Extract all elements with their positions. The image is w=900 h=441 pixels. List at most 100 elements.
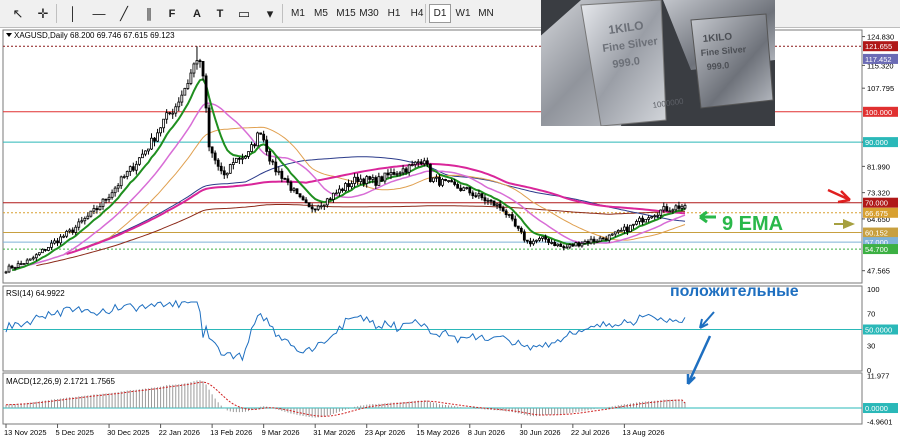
candle-body xyxy=(22,263,26,265)
candle-body xyxy=(680,205,684,209)
candle-body xyxy=(301,196,305,201)
candle-body xyxy=(125,171,129,177)
candle-body xyxy=(589,238,593,244)
candle-body xyxy=(177,101,181,108)
candle xyxy=(468,186,472,196)
candle-body xyxy=(465,187,469,189)
candle-body xyxy=(626,226,629,232)
candle xyxy=(641,215,644,226)
candle xyxy=(316,204,320,211)
candle-body xyxy=(238,157,241,160)
candle-body xyxy=(247,151,250,157)
candle xyxy=(7,263,11,274)
candle-body xyxy=(71,229,75,233)
candle-body xyxy=(234,157,238,163)
candle-body xyxy=(501,207,505,212)
candle-body xyxy=(471,192,475,197)
candle-body xyxy=(162,118,166,129)
candle xyxy=(65,229,69,239)
candle xyxy=(92,204,96,215)
candle-body xyxy=(241,157,244,160)
candle xyxy=(238,156,241,165)
candle-body xyxy=(444,178,447,181)
time-tick-label: 30 Jun 2026 xyxy=(519,428,560,437)
candle-body xyxy=(50,242,53,248)
candle xyxy=(83,216,87,225)
candle xyxy=(392,168,396,176)
candle-body xyxy=(159,127,162,134)
candle xyxy=(644,218,647,223)
candle-body xyxy=(419,161,423,165)
candle-body xyxy=(53,240,56,244)
candle xyxy=(313,208,317,213)
candle-body xyxy=(477,193,481,197)
candle-body xyxy=(565,246,569,249)
candle xyxy=(156,128,159,143)
candle-body xyxy=(571,244,575,247)
candle-body xyxy=(659,209,663,216)
candle-body xyxy=(47,246,50,251)
candle xyxy=(380,175,384,182)
candle-body xyxy=(583,240,587,244)
candle xyxy=(541,236,544,242)
candle xyxy=(553,240,557,247)
candle xyxy=(89,210,93,218)
candle-body xyxy=(59,236,62,244)
candle-body xyxy=(28,258,32,261)
candle-body xyxy=(662,206,666,211)
candle-body xyxy=(598,237,602,242)
candle xyxy=(222,166,226,179)
price-label-text: 60.152 xyxy=(865,229,888,238)
candle-body xyxy=(553,242,557,247)
candle xyxy=(619,227,623,232)
candle xyxy=(459,184,463,192)
candle xyxy=(47,246,50,252)
macd-tick-label: -4.9601 xyxy=(867,418,892,427)
candle xyxy=(192,62,196,78)
candle xyxy=(501,205,505,212)
candle-body xyxy=(641,217,644,223)
candle-body xyxy=(210,146,214,154)
candle xyxy=(31,255,35,261)
candle xyxy=(16,260,20,268)
price-label-text: 70.000 xyxy=(865,199,888,208)
candle xyxy=(141,149,144,159)
candle xyxy=(322,204,326,211)
candle-body xyxy=(453,181,457,185)
candle-body xyxy=(638,217,641,222)
candle xyxy=(465,186,469,190)
candle xyxy=(295,188,299,195)
macd-title: MACD(12,26,9) 2.1721 1.7565 xyxy=(6,377,116,386)
candle xyxy=(86,212,90,220)
candle xyxy=(298,193,302,199)
candle xyxy=(77,218,81,231)
candle xyxy=(495,202,499,210)
candle-body xyxy=(89,210,93,217)
candle-body xyxy=(395,173,399,176)
candle-body xyxy=(507,214,511,216)
candle-body xyxy=(550,242,554,244)
candle-body xyxy=(341,188,344,192)
candle-body xyxy=(622,226,626,231)
candle xyxy=(589,235,593,245)
candle-body xyxy=(616,229,620,233)
candle-body xyxy=(362,178,366,184)
time-tick-label: 13 Aug 2026 xyxy=(622,428,664,437)
candle-body xyxy=(262,133,266,141)
candle xyxy=(647,215,651,223)
candle-body xyxy=(65,230,69,237)
candle xyxy=(471,190,475,199)
rsi-positive-annotation: положительные xyxy=(670,283,799,300)
candle-body xyxy=(568,244,572,248)
candle-body xyxy=(304,199,308,204)
candle-body xyxy=(356,176,360,183)
candle-body xyxy=(389,172,393,176)
candle-body xyxy=(153,137,156,142)
candle-body xyxy=(450,180,453,183)
candle-body xyxy=(271,160,275,163)
candle-body xyxy=(601,237,605,240)
price-label-text: 54.700 xyxy=(865,245,888,254)
candle xyxy=(40,248,44,254)
candle-body xyxy=(677,205,681,209)
candle-body xyxy=(404,168,408,173)
